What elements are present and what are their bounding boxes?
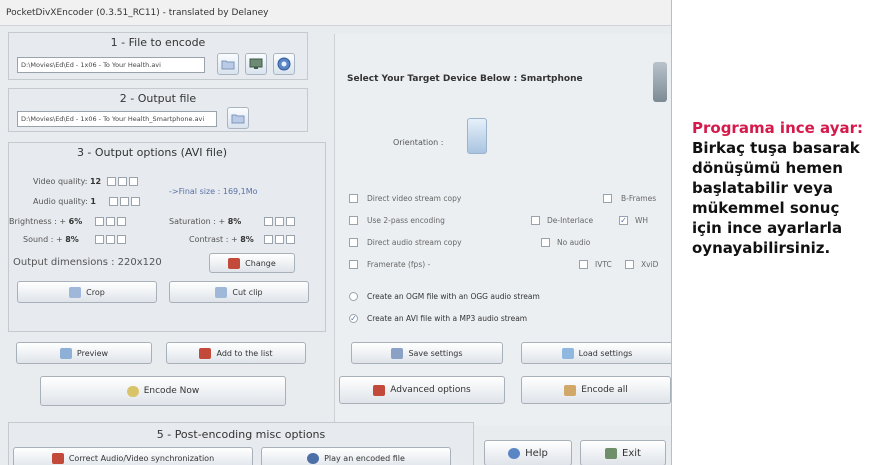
device-panel: Select Your Target Device Below : Smartp…: [334, 34, 671, 426]
output-file-section: 2 - Output file D:\Movies\Ed\Ed - 1x06 -…: [8, 88, 308, 132]
info-button[interactable]: [273, 53, 295, 75]
bframes-label: B-Frames: [621, 194, 657, 203]
exit-button[interactable]: Exit: [580, 440, 666, 465]
no-audio-label: No audio: [557, 238, 591, 247]
sound-label: Sound : + 8%: [23, 235, 79, 244]
wmv-label: WH: [635, 216, 649, 225]
final-size-readout: ->Final size : 169,1Mo: [169, 187, 258, 196]
direct-video-checkbox[interactable]: [349, 194, 358, 203]
contrast-stepper[interactable]: [264, 235, 295, 244]
info-icon: [277, 57, 291, 71]
play-icon: [307, 452, 320, 464]
brightness-label: Brightness : + 6%: [9, 217, 83, 226]
post-encoding-section: 5 - Post-encoding misc options Correct A…: [8, 422, 474, 465]
section-title: 5 - Post-encoding misc options: [156, 428, 326, 441]
saturation-label: Saturation : + 8%: [169, 217, 242, 226]
file-to-encode-section: 1 - File to encode D:\Movies\Ed\Ed - 1x0…: [8, 32, 308, 80]
two-pass-checkbox[interactable]: [349, 216, 358, 225]
audio-quality-stepper[interactable]: [109, 197, 140, 206]
scissors-icon: [215, 286, 228, 298]
deinterlace-checkbox[interactable]: [531, 216, 540, 225]
avi-radio[interactable]: [349, 314, 358, 323]
resize-icon: [228, 257, 241, 269]
correct-sync-button[interactable]: Correct Audio/Video synchronization: [13, 447, 253, 465]
direct-audio-label: Direct audio stream copy: [367, 238, 462, 247]
no-audio-checkbox[interactable]: [541, 238, 550, 247]
brightness-stepper[interactable]: [95, 217, 126, 226]
sync-icon: [51, 452, 64, 464]
direct-video-label: Direct video stream copy: [367, 194, 462, 203]
cut-clip-button[interactable]: Cut clip: [169, 281, 309, 303]
section-title: 3 - Output options (AVI file): [76, 146, 228, 159]
exit-icon: [605, 447, 618, 459]
audio-quality-label: Audio quality: 1: [33, 197, 96, 206]
preview-icon: [59, 347, 72, 359]
output-browse-button[interactable]: [227, 107, 249, 129]
orientation-icon[interactable]: [467, 118, 487, 154]
crop-icon: [69, 286, 82, 298]
sound-stepper[interactable]: [95, 235, 126, 244]
output-dimensions: Output dimensions : 220x120: [13, 257, 162, 268]
browse-button[interactable]: [217, 53, 239, 75]
encode-all-button[interactable]: Encode all: [521, 376, 671, 404]
load-icon: [561, 347, 574, 359]
framerate-checkbox[interactable]: [349, 260, 358, 269]
save-settings-button[interactable]: Save settings: [351, 342, 503, 364]
bframes-checkbox[interactable]: [603, 194, 612, 203]
folder-icon: [231, 114, 245, 124]
encode-all-icon: [564, 384, 577, 396]
encode-now-button[interactable]: Encode Now: [40, 376, 286, 406]
framerate-label: Framerate (fps) -: [367, 260, 431, 269]
xvid-label: XviD: [641, 260, 659, 269]
direct-audio-checkbox[interactable]: [349, 238, 358, 247]
help-icon: [508, 447, 521, 459]
ogm-label: Create an OGM file with an OGG audio str…: [367, 292, 540, 301]
app-window: PocketDivXEncoder (0.3.51_RC11) - transl…: [0, 0, 672, 465]
preview-button[interactable]: Preview: [16, 342, 152, 364]
saturation-stepper[interactable]: [264, 217, 295, 226]
advanced-options-button[interactable]: Advanced options: [339, 376, 505, 404]
input-path-field[interactable]: D:\Movies\Ed\Ed - 1x06 - To Your Health.…: [17, 57, 205, 73]
output-path-field[interactable]: D:\Movies\Ed\Ed - 1x06 - To Your Health_…: [17, 111, 217, 127]
ogm-radio[interactable]: [349, 292, 358, 301]
crop-button[interactable]: Crop: [17, 281, 157, 303]
media-info-button[interactable]: [245, 53, 267, 75]
window-title: PocketDivXEncoder (0.3.51_RC11) - transl…: [0, 0, 671, 26]
load-settings-button[interactable]: Load settings: [521, 342, 671, 364]
section-title: 1 - File to encode: [110, 36, 206, 49]
help-button[interactable]: Help: [484, 440, 572, 465]
encode-icon: [126, 385, 139, 397]
contrast-label: Contrast : + 8%: [189, 235, 254, 244]
monitor-icon: [249, 58, 263, 69]
add-list-icon: [199, 347, 212, 359]
wmv-checkbox[interactable]: [619, 216, 628, 225]
add-to-list-button[interactable]: Add to the list: [166, 342, 306, 364]
caption-head: Programa ince ayar:: [692, 119, 863, 137]
video-quality-stepper[interactable]: [107, 177, 138, 186]
deinterlace-label: De-Interlace: [547, 216, 594, 225]
article-caption: Programa ince ayar: Birkaç tuşa basarak …: [692, 118, 869, 258]
ivtc-label: IVTC: [595, 260, 612, 269]
xvid-checkbox[interactable]: [625, 260, 634, 269]
two-pass-label: Use 2-pass encoding: [367, 216, 445, 225]
ivtc-checkbox[interactable]: [579, 260, 588, 269]
section-title: 2 - Output file: [119, 92, 197, 105]
advanced-icon: [373, 384, 386, 396]
change-button[interactable]: Change: [209, 253, 295, 273]
device-thumbnail-icon: [653, 62, 667, 102]
video-quality-label: Video quality: 12: [33, 177, 102, 186]
save-icon: [391, 347, 404, 359]
caption-body: Birkaç tuşa basarak dönüşümü hemen başla…: [692, 139, 860, 257]
device-heading: Select Your Target Device Below : Smartp…: [347, 74, 583, 84]
orientation-label: Orientation :: [393, 138, 444, 147]
avi-label: Create an AVI file with a MP3 audio stre…: [367, 314, 528, 323]
play-encoded-button[interactable]: Play an encoded file: [261, 447, 451, 465]
folder-icon: [221, 60, 235, 70]
output-options-section: 3 - Output options (AVI file) Video qual…: [8, 142, 326, 332]
